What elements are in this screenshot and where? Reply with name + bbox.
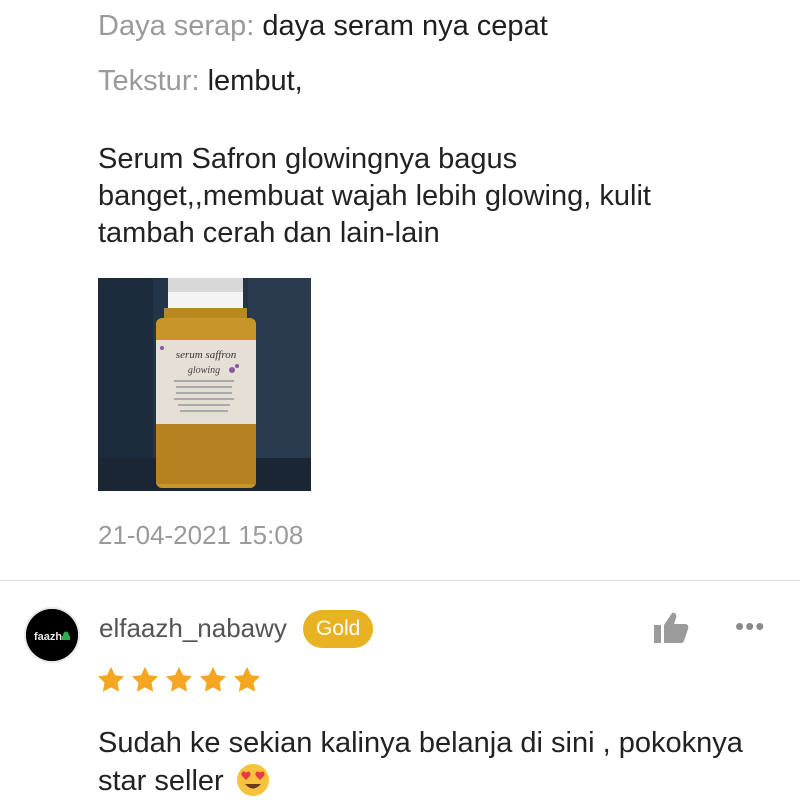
attribute-tekstur: Tekstur: lembut,: [98, 63, 303, 99]
star-icon: [132, 666, 158, 692]
review-photo[interactable]: serum saffron glowing: [98, 278, 311, 491]
review-text: Serum Safron glowingnya bagus banget,,me…: [98, 143, 651, 249]
serum-bottle-image: serum saffron glowing: [98, 278, 311, 491]
bottle-label-text: serum saffron: [176, 349, 237, 361]
divider: [0, 580, 800, 581]
star-icon: [234, 666, 260, 692]
reviewer-username[interactable]: elfaazh_nabawy: [99, 613, 287, 644]
attribute-value: daya seram nya cepat: [262, 10, 548, 42]
avatar-text: faazh: [34, 631, 62, 643]
bottle-label-subtext: glowing: [188, 365, 220, 376]
more-options-icon[interactable]: •••: [735, 613, 765, 639]
avatar-logo: faazh: [26, 609, 78, 661]
star-icon: [98, 666, 124, 692]
attribute-value: lembut,: [207, 65, 303, 97]
star-rating: [96, 665, 262, 695]
star-icon: [200, 666, 226, 692]
review-timestamp: 21-04-2021 15:08: [98, 520, 304, 550]
heart-eyes-emoji: [236, 764, 269, 796]
avatar[interactable]: faazh: [26, 609, 78, 661]
thumbs-up-icon[interactable]: [652, 611, 690, 645]
attribute-label: Tekstur:: [98, 65, 200, 97]
review-text-2: Sudah ke sekian kalinya belanja di sini …: [98, 724, 758, 800]
member-badge: Gold: [303, 610, 374, 648]
attribute-label: Daya serap:: [98, 10, 255, 42]
attribute-daya-serap: Daya serap: daya seram nya cepat: [98, 8, 548, 44]
review-text-2-body: Sudah ke sekian kalinya belanja di sini …: [98, 727, 743, 797]
star-icon: [166, 666, 192, 692]
